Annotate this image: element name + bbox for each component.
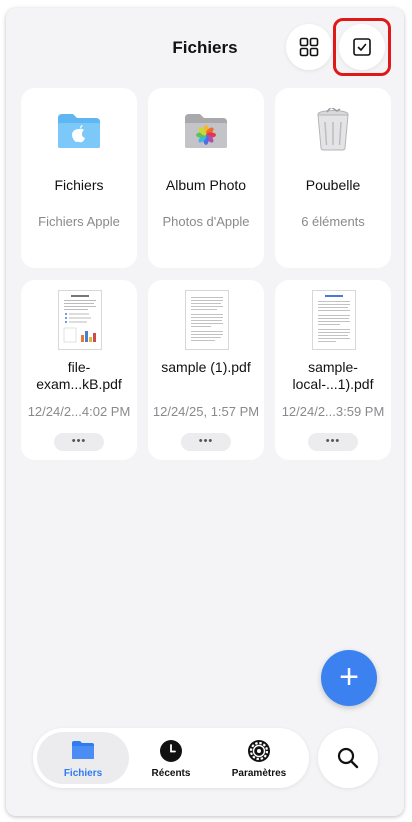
clock-icon <box>160 740 182 762</box>
file-date: 12/24/2...4:02 PM <box>27 404 131 419</box>
folder-photos-icon <box>185 114 227 148</box>
file-card[interactable]: sample-local-...1).pdf 12/24/2...3:59 PM… <box>275 280 391 460</box>
gear-icon <box>248 740 270 762</box>
file-name: sample-local-...1).pdf <box>292 359 374 392</box>
pdf-thumbnail-icon <box>185 290 229 350</box>
file-more-button[interactable]: ••• <box>54 433 104 451</box>
file-date: 12/24/2...3:59 PM <box>281 404 385 419</box>
file-date: 12/24/25, 1:57 PM <box>152 404 260 419</box>
file-more-button[interactable]: ••• <box>308 433 358 451</box>
location-subtitle: Fichiers Apple <box>38 214 120 229</box>
tab-label: Fichiers <box>63 768 103 779</box>
select-button-highlight <box>333 18 391 76</box>
location-name: Poubelle <box>305 177 361 193</box>
tab-fichiers[interactable]: Fichiers <box>37 732 129 784</box>
file-card[interactable]: file-exam...kB.pdf 12/24/2...4:02 PM ••• <box>21 280 137 460</box>
grid-icon <box>299 37 319 57</box>
folder-icon <box>72 741 94 759</box>
location-card-album-photo[interactable]: Album Photo Photos d'Apple <box>148 88 264 268</box>
search-icon <box>337 747 359 769</box>
location-card-fichiers[interactable]: Fichiers Fichiers Apple <box>21 88 137 268</box>
app-frame: Fichiers Fichiers Fichiers Apple Album P… <box>6 8 404 816</box>
file-name: sample (1).pdf <box>161 359 251 375</box>
tab-label: Paramètres <box>231 768 287 779</box>
tab-parametres[interactable]: Paramètres <box>213 732 305 784</box>
location-card-poubelle[interactable]: Poubelle 6 éléments <box>275 88 391 268</box>
tab-recents[interactable]: Récents <box>125 732 217 784</box>
tab-label: Récents <box>151 768 191 779</box>
add-button[interactable]: + <box>321 650 377 706</box>
location-name: Fichiers <box>54 177 104 193</box>
view-toggle-button[interactable] <box>286 24 332 70</box>
folder-apple-icon <box>58 114 100 148</box>
file-name: file-exam...kB.pdf <box>36 359 122 392</box>
location-name: Album Photo <box>165 177 247 193</box>
location-subtitle: Photos d'Apple <box>162 214 250 229</box>
pdf-thumbnail-icon <box>312 290 356 350</box>
trash-icon <box>317 108 349 151</box>
file-card[interactable]: sample (1).pdf 12/24/25, 1:57 PM ••• <box>148 280 264 460</box>
tab-bar: Fichiers Récents Paramètres <box>33 728 309 788</box>
search-button[interactable] <box>318 728 378 788</box>
pdf-thumbnail-icon <box>58 290 102 350</box>
location-subtitle: 6 éléments <box>301 214 365 229</box>
file-more-button[interactable]: ••• <box>181 433 231 451</box>
